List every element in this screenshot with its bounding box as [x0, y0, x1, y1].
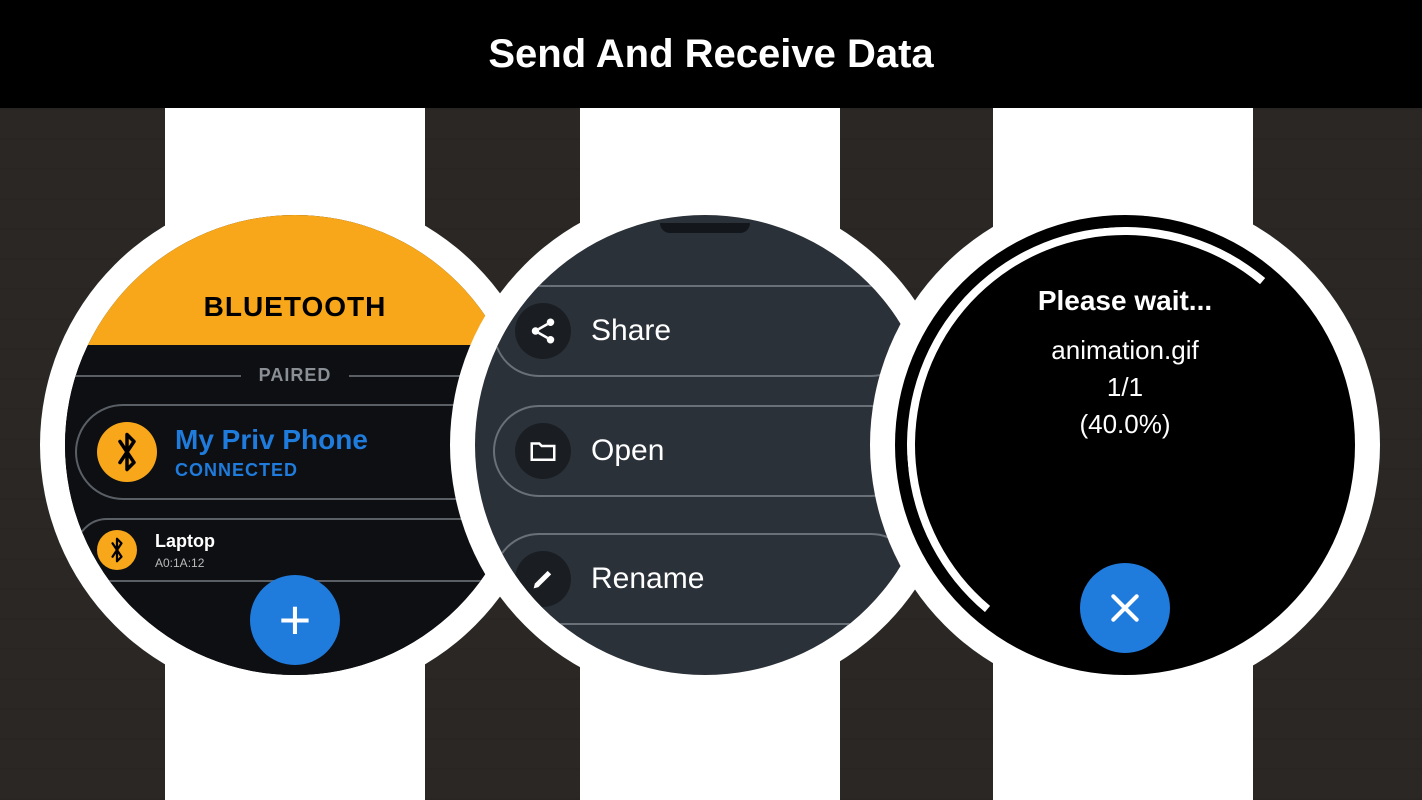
- progress-title: Please wait...: [895, 285, 1355, 317]
- device-row-connected[interactable]: My Priv Phone CONNECTED: [75, 404, 515, 500]
- watch-3-face: Please wait... animation.gif 1/1 (40.0%): [895, 215, 1355, 675]
- device-status: CONNECTED: [175, 460, 368, 481]
- device-text: Laptop A0:1A:12: [155, 531, 215, 570]
- bluetooth-icon: [97, 530, 137, 570]
- bluetooth-icon: [97, 422, 157, 482]
- progress-filename: animation.gif: [895, 335, 1355, 366]
- action-label: Open: [591, 434, 664, 468]
- share-icon: [515, 303, 571, 359]
- action-label: Rename: [591, 562, 704, 596]
- plus-icon: +: [279, 592, 312, 648]
- device-row[interactable]: Laptop A0:1A:12: [75, 518, 515, 582]
- section-label: PAIRED: [241, 365, 350, 386]
- cancel-button[interactable]: [1080, 563, 1170, 653]
- watch-3: Please wait... animation.gif 1/1 (40.0%): [870, 190, 1380, 700]
- section-paired: PAIRED: [75, 365, 515, 386]
- close-icon: [1105, 588, 1145, 628]
- header-bar: Send And Receive Data: [0, 0, 1422, 108]
- screen-title: BLUETOOTH: [204, 291, 387, 323]
- pencil-icon: [515, 551, 571, 607]
- add-device-button[interactable]: +: [250, 575, 340, 665]
- folder-icon: [515, 423, 571, 479]
- action-open[interactable]: Open: [493, 405, 917, 497]
- divider: [75, 375, 241, 377]
- action-list: Share Open Rename: [475, 285, 935, 675]
- watch-2-face: Share Open Rename: [475, 215, 935, 675]
- action-label: Share: [591, 314, 671, 348]
- device-text: My Priv Phone CONNECTED: [175, 424, 368, 481]
- device-name: Laptop: [155, 531, 215, 552]
- action-share[interactable]: Share: [493, 285, 917, 377]
- progress-count: 1/1: [895, 372, 1355, 403]
- progress-content: Please wait... animation.gif 1/1 (40.0%): [895, 285, 1355, 446]
- page-title: Send And Receive Data: [488, 32, 933, 77]
- progress-percent: (40.0%): [895, 409, 1355, 440]
- screen-header: BLUETOOTH: [65, 215, 525, 345]
- notch: [660, 223, 750, 233]
- device-mac: A0:1A:12: [155, 556, 215, 570]
- action-rename[interactable]: Rename: [493, 533, 917, 625]
- device-name: My Priv Phone: [175, 424, 368, 456]
